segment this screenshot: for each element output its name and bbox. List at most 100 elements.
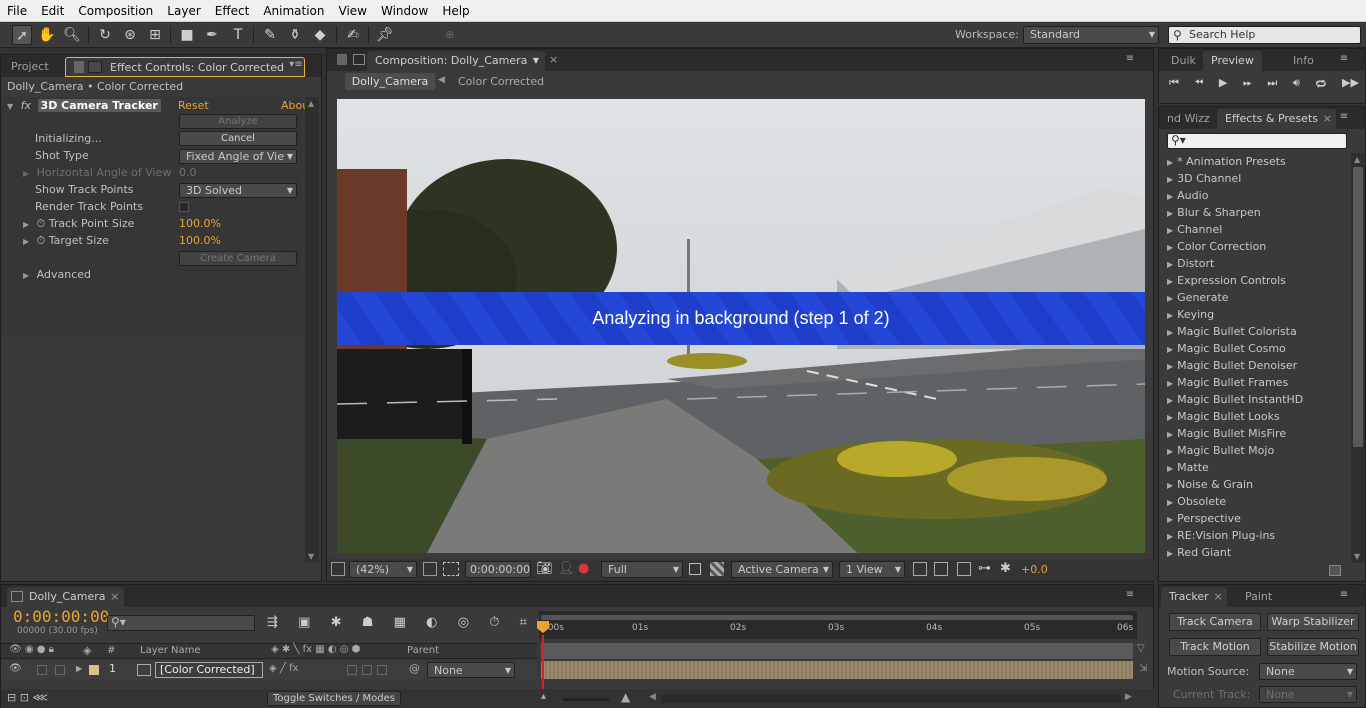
- zoom-tool-icon[interactable]: 🔍︎: [62, 25, 82, 45]
- expand-triangle-icon[interactable]: ▶: [1167, 396, 1173, 405]
- type-tool-icon[interactable]: T: [228, 25, 248, 45]
- magnification-dropdown[interactable]: (42%) ▼: [349, 561, 417, 578]
- footer-toggle-icons[interactable]: ⊟ ⊡ ⋘: [7, 691, 48, 704]
- effects-search-input[interactable]: ⚲▾: [1167, 133, 1347, 149]
- expand-triangle-icon[interactable]: ▶: [1167, 447, 1173, 456]
- expand-triangle-icon[interactable]: ▶: [1167, 464, 1173, 473]
- panel-menu-icon[interactable]: ≡: [1337, 111, 1351, 123]
- lock-icon[interactable]: [337, 54, 347, 65]
- motion-source-dropdown[interactable]: None ▼: [1259, 663, 1357, 680]
- switch-box[interactable]: [347, 665, 357, 675]
- track-point-size-value[interactable]: 100.0%: [179, 215, 221, 232]
- expand-triangle-icon[interactable]: ▶: [1167, 345, 1173, 354]
- brainstorm-icon[interactable]: ⌗: [520, 615, 527, 633]
- scroll-left-icon[interactable]: ◀: [649, 692, 656, 702]
- lock-toggle[interactable]: [55, 665, 65, 675]
- hfov-value[interactable]: 0.0: [179, 164, 197, 181]
- layer-switch-icons[interactable]: ◈ ╱ fx: [269, 663, 299, 674]
- column-layer-name[interactable]: Layer Name: [140, 645, 201, 656]
- expand-triangle-icon[interactable]: ▶: [23, 237, 29, 246]
- always-preview-icon[interactable]: [331, 562, 345, 576]
- effects-category[interactable]: ▶ Expression Controls: [1167, 272, 1286, 289]
- effects-category[interactable]: ▶ Perspective: [1167, 510, 1241, 527]
- camera-dropdown[interactable]: Active Camera ▼: [731, 561, 833, 578]
- scrollbar[interactable]: ▲ ▼: [305, 97, 319, 563]
- roto-brush-tool-icon[interactable]: ✍: [343, 25, 363, 45]
- clone-stamp-tool-icon[interactable]: ⚱: [285, 25, 305, 45]
- chevron-down-icon[interactable]: ▼: [533, 51, 539, 70]
- ram-preview-icon[interactable]: ▶▶: [1342, 76, 1359, 92]
- expand-triangle-icon[interactable]: ▶: [76, 664, 82, 673]
- tab-effects-presets[interactable]: Effects & Presets ×: [1217, 109, 1336, 129]
- exposure-value[interactable]: +0.0: [1021, 563, 1048, 576]
- puppet-pin-tool-icon[interactable]: 📌︎: [375, 25, 395, 45]
- draft-3d-icon[interactable]: ✱: [331, 615, 342, 633]
- comp-mini-flowchart-icon[interactable]: ⇶: [267, 615, 278, 633]
- effects-category[interactable]: ▶ Generate: [1167, 289, 1229, 306]
- tab-preview[interactable]: Preview: [1203, 51, 1262, 71]
- effects-category[interactable]: ▶ Keying: [1167, 306, 1214, 323]
- play-icon[interactable]: ▶: [1219, 76, 1227, 92]
- reset-link[interactable]: Reset: [178, 97, 209, 114]
- add-marker-icon[interactable]: ⇲: [1139, 663, 1153, 679]
- expand-triangle-icon[interactable]: ▶: [1167, 192, 1173, 201]
- panel-menu-icon[interactable]: ≡: [1337, 53, 1351, 65]
- channels-icon[interactable]: ●: [578, 561, 589, 576]
- effects-category[interactable]: ▶ Magic Bullet MisFire: [1167, 425, 1286, 442]
- stopwatch-icon[interactable]: ⏱: [37, 217, 46, 230]
- stopwatch-icon[interactable]: ⏱: [37, 234, 46, 247]
- eye-icon[interactable]: 👁︎: [9, 663, 22, 674]
- expand-triangle-icon[interactable]: ▶: [1167, 515, 1173, 524]
- effects-category[interactable]: ▶ Matte: [1167, 459, 1209, 476]
- tab-info[interactable]: Info: [1285, 51, 1322, 71]
- hide-shy-icon[interactable]: ☗: [362, 615, 374, 633]
- expand-triangle-icon[interactable]: ▶: [1167, 226, 1173, 235]
- transparency-grid-icon[interactable]: [710, 562, 724, 576]
- effects-category[interactable]: ▶ Magic Bullet InstantHD: [1167, 391, 1303, 408]
- effects-category[interactable]: ▶ Audio: [1167, 187, 1208, 204]
- workspace-dropdown[interactable]: Standard ▼: [1023, 26, 1159, 44]
- warp-stabilizer-button[interactable]: Warp Stabilizer: [1267, 613, 1359, 631]
- tab-effect-controls[interactable]: Effect Controls: Color Corrected: [65, 57, 305, 77]
- pixel-aspect-icon[interactable]: [913, 562, 927, 576]
- current-time-field[interactable]: 0:00:00:00: [465, 561, 531, 578]
- tab-composition[interactable]: Composition: Dolly_Camera ▼: [367, 51, 545, 71]
- comp-crumb-layer[interactable]: Color Corrected: [458, 73, 544, 90]
- close-icon[interactable]: ×: [110, 587, 119, 606]
- region-of-interest-icon[interactable]: [689, 563, 701, 575]
- effects-category[interactable]: ▶ RE:Vision Plug-ins: [1167, 527, 1275, 544]
- layer-name[interactable]: [Color Corrected]: [155, 662, 263, 678]
- effects-category[interactable]: ▶ * Animation Presets: [1167, 153, 1286, 170]
- fx-icon[interactable]: fx: [21, 99, 31, 112]
- effects-category[interactable]: ▶ Distort: [1167, 255, 1214, 272]
- effects-category[interactable]: ▶ Magic Bullet Mojo: [1167, 442, 1274, 459]
- menu-window[interactable]: Window: [374, 4, 435, 18]
- comp-crumb-active[interactable]: Dolly_Camera: [345, 73, 435, 90]
- loop-icon[interactable]: 🔁︎: [1315, 76, 1326, 92]
- stopwatch-icon[interactable]: ⏱: [489, 615, 499, 633]
- analyze-button[interactable]: Analyze: [179, 114, 297, 129]
- panel-menu-icon[interactable]: ≡: [1123, 589, 1137, 601]
- help-search-field[interactable]: ⚲ Search Help: [1168, 26, 1361, 44]
- reset-exposure-icon[interactable]: ✱: [1000, 561, 1011, 576]
- zoom-in-icon[interactable]: ▲: [621, 690, 630, 704]
- expand-triangle-icon[interactable]: ▶: [1167, 379, 1173, 388]
- effects-category[interactable]: ▶ Noise & Grain: [1167, 476, 1253, 493]
- graph-editor-icon[interactable]: ◎: [458, 615, 469, 633]
- scrollbar[interactable]: ▲ ▼: [1351, 153, 1365, 563]
- panel-menu-icon[interactable]: ▾≡: [289, 59, 303, 71]
- zoom-out-icon[interactable]: ▴: [541, 691, 546, 702]
- toggle-switches-modes-button[interactable]: Toggle Switches / Modes: [267, 691, 401, 706]
- camera-tool-icon[interactable]: ⊛: [120, 25, 140, 45]
- layer-row[interactable]: 👁︎ ▶ 1 [Color Corrected] ◈ ╱ fx @ None ▼: [1, 661, 537, 679]
- expand-triangle-icon[interactable]: ▶: [1167, 549, 1173, 558]
- parent-dropdown[interactable]: None ▼: [427, 662, 515, 678]
- axis-mode-icon[interactable]: ⊕ ● ⊡: [440, 25, 460, 81]
- eraser-tool-icon[interactable]: ◆: [310, 25, 330, 45]
- selection-tool-icon[interactable]: ➚: [12, 25, 32, 45]
- panel-menu-icon[interactable]: ≡: [1123, 53, 1137, 65]
- expand-triangle-icon[interactable]: ▶: [1167, 481, 1173, 490]
- effects-category[interactable]: ▶ 3D Channel: [1167, 170, 1241, 187]
- label-color-swatch[interactable]: [89, 665, 99, 675]
- switch-box[interactable]: [377, 665, 387, 675]
